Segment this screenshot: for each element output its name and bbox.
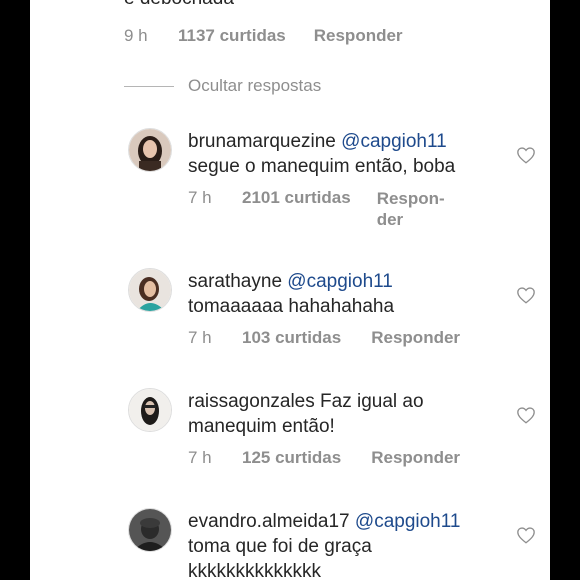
reply-button[interactable]: Respon- der [377,188,445,230]
reply-meta: 7 h 2101 curtidas Respon- der [188,188,445,230]
username[interactable]: sarathayne [188,271,282,292]
username[interactable]: evandro.almeida17 [188,511,350,532]
reply-label-line1: Respon- [376,189,445,208]
reply-text: tomaaaaaa hahahahaha [188,296,395,317]
reply-text: segue o manequim então, boba [188,156,456,177]
avatar[interactable] [128,268,172,312]
like-button[interactable] [516,526,536,544]
comment-time: 9 h [124,26,148,45]
reply-button[interactable]: Responder [314,26,403,46]
reply-text-line1: toma que foi de graça [188,536,372,557]
like-button[interactable] [516,146,536,164]
username[interactable]: raissagonzales [188,391,315,412]
reply-body: evandro.almeida17 @capgioh11 toma que fo… [188,509,508,580]
heart-outline-icon [517,527,535,544]
comment-time: 7 h [188,328,212,347]
likes-count[interactable]: 103 curtidas [242,328,341,348]
likes-count[interactable]: 1137 curtidas [178,26,286,46]
hide-replies-label: Ocultar respostas [188,76,322,95]
mention-link[interactable]: @capgioh11 [341,131,447,152]
like-button[interactable] [516,406,536,424]
reply-text-line1: Faz igual ao [320,391,424,412]
avatar[interactable] [128,128,172,172]
reply-text-line2: kkkkkkkkkkkkkk [188,561,321,580]
reply-text-line2: manequim então! [188,416,335,437]
username[interactable]: brunamarquezine [188,131,336,152]
likes-count[interactable]: 2101 curtidas [242,188,351,208]
heart-outline-icon [517,287,535,304]
mention-link[interactable]: @capgioh11 [287,271,393,292]
reply-body: raissagonzales Faz igual ao manequim ent… [188,389,488,439]
reply-button[interactable]: Responder [371,448,460,468]
heart-outline-icon [517,147,535,164]
reply-label-line2: der [376,210,404,229]
top-comment-meta: 9 h 1137 curtidas Responder [124,26,403,46]
reply-body: brunamarquezine @capgioh11 segue o maneq… [188,129,488,179]
avatar[interactable] [128,388,172,432]
reply-meta: 7 h 125 curtidas Responder [188,448,460,468]
like-button[interactable] [516,286,536,304]
avatar[interactable] [128,508,172,552]
comment-time: 7 h [188,448,212,467]
comments-panel: e debochada 9 h 1137 curtidas Responder … [30,0,550,580]
likes-count[interactable]: 125 curtidas [242,448,341,468]
comment-text-tail: e debochada [124,0,234,10]
reply-button[interactable]: Responder [371,328,460,348]
reply-meta: 7 h 103 curtidas Responder [188,328,460,348]
divider [124,85,174,87]
heart-outline-icon [517,407,535,424]
reply-body: sarathayne @capgioh11 tomaaaaaa hahahaha… [188,269,488,319]
comment-time: 7 h [188,188,212,207]
mention-link[interactable]: @capgioh11 [355,511,461,532]
hide-replies-toggle[interactable]: Ocultar respostas [124,76,321,96]
